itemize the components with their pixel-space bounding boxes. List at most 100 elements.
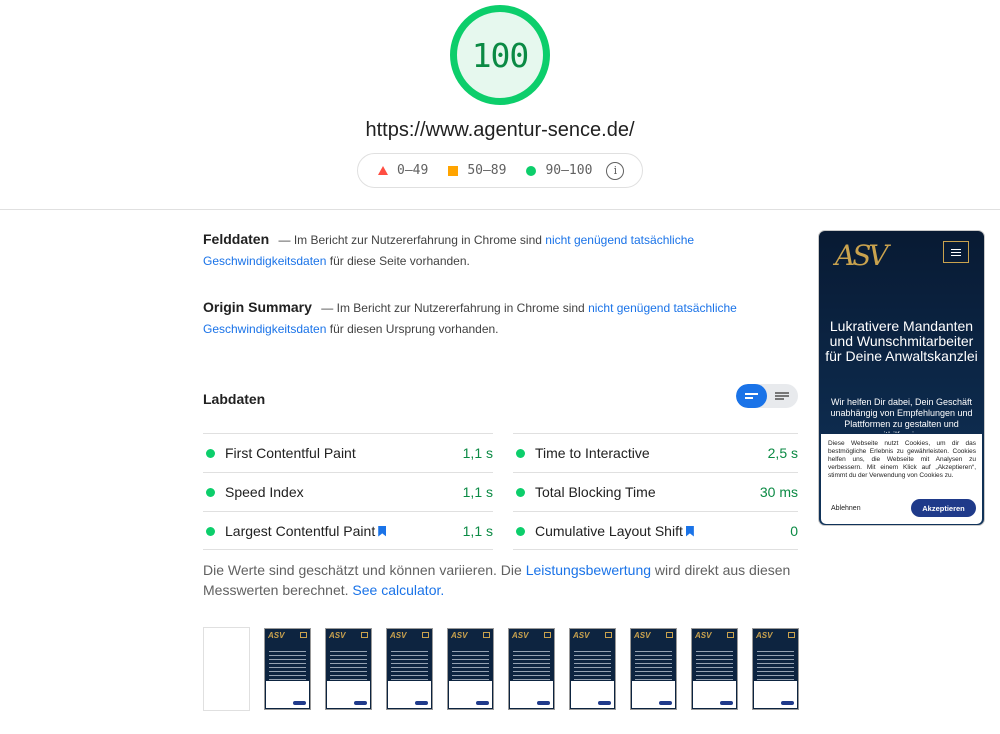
thumb-text [269,651,306,681]
metric-cls: Cumulative Layout Shift 0 [513,511,798,550]
cookie-banner [693,681,736,708]
accept-button [659,701,672,705]
pass-dot-icon [516,487,525,497]
tested-url: https://www.agentur-sence.de/ [365,119,635,141]
hamburger-menu-icon [422,632,429,638]
performance-score: 100 [471,35,530,75]
filmstrip-frame: ASV [264,628,311,710]
accept-button [476,701,489,705]
hamburger-menu-icon [483,632,490,638]
filmstrip-frame: ASV [630,628,677,710]
thumb-text [635,651,672,681]
bookmark-icon [378,525,387,537]
pass-dot-icon [206,448,215,458]
calculator-link[interactable]: See calculator. [352,582,444,598]
metric-tbt: Total Blocking Time 30 ms [513,472,798,511]
pass-dot-icon [516,526,525,536]
filmstrip-frame: ASV [508,628,555,710]
filmstrip-frame: ASV [691,628,738,710]
legend-average: 50–89 [448,163,506,178]
filmstrip-frame: ASV [325,628,372,710]
accept-button [354,701,367,705]
compact-view-button[interactable] [736,384,767,408]
filmstrip-frame: ASV [386,628,433,710]
header-divider [0,209,1000,210]
cookie-banner: Diese Webseite nutzt Cookies, um dir das… [821,434,982,524]
square-icon [448,165,459,176]
cookie-banner [449,681,492,708]
legend-pass: 90–100 [526,163,592,178]
accept-button: Akzeptieren [911,499,976,517]
field-data-title: Felddaten [203,231,270,247]
hamburger-menu-icon [361,632,368,638]
preview-subtext: Wir helfen Dir dabei, Dein Geschäft unab… [830,397,973,433]
performance-score-gauge: 100 [450,5,550,105]
pass-dot-icon [206,487,215,497]
hamburger-menu-icon [605,632,612,638]
site-logo: ASV [573,631,590,640]
site-logo: ASV [835,239,889,272]
hamburger-menu-icon [544,632,551,638]
final-screenshot-preview: ASV Lukrativere Mandanten und Wunschmita… [818,230,985,526]
score-legend: 0–49 50–89 90–100 i [357,153,643,188]
lab-data-note: Die Werte sind geschätzt und können vari… [203,562,791,598]
reject-button: Ablehnen [831,505,861,512]
cookie-banner [327,681,370,708]
site-logo: ASV [695,631,712,640]
site-logo: ASV [329,631,346,640]
accept-button [598,701,611,705]
cookie-banner [754,681,797,708]
site-logo: ASV [512,631,529,640]
thumb-text [330,651,367,681]
site-logo: ASV [268,631,285,640]
metric-lcp: Largest Contentful Paint 1,1 s [203,511,493,550]
metrics-divider [203,549,493,550]
hamburger-menu-icon [727,632,734,638]
metrics-divider [513,549,798,550]
info-icon[interactable]: i [606,161,625,180]
triangle-icon [378,166,388,175]
cookie-banner [388,681,431,708]
accept-button [781,701,794,705]
hamburger-menu-icon [788,632,795,638]
preview-headline: Lukrativere Mandanten und Wunschmitarbei… [825,318,978,364]
expanded-view-button[interactable] [767,384,798,408]
site-logo: ASV [390,631,407,640]
performance-score-link[interactable]: Leistungsbewertung [526,562,651,578]
thumb-text [696,651,733,681]
cookie-banner [510,681,553,708]
site-logo: ASV [756,631,773,640]
cookie-text: Diese Webseite nutzt Cookies, um dir das… [828,440,976,479]
site-logo: ASV [634,631,651,640]
site-logo: ASV [451,631,468,640]
circle-icon [526,165,537,176]
thumb-text [513,651,550,681]
lab-data-title: Labdaten [203,391,266,407]
accept-button [293,701,306,705]
accept-button [415,701,428,705]
pass-dot-icon [206,526,215,536]
origin-summary-section: Origin Summary — Im Bericht zur Nutzerer… [203,299,737,336]
bookmark-icon [685,525,694,537]
accept-button [720,701,733,705]
filmstrip-frame-blank [203,627,250,711]
field-data-section: Felddaten — Im Bericht zur Nutzererfahru… [203,231,695,268]
cookie-banner [571,681,614,708]
accept-button [537,701,550,705]
thumb-text [757,651,794,681]
filmstrip-frame: ASV [569,628,616,710]
hamburger-menu-icon [666,632,673,638]
pass-dot-icon [516,448,525,458]
legend-fail: 0–49 [378,163,428,178]
thumb-text [574,651,611,681]
metrics-view-toggle[interactable] [736,384,798,408]
hamburger-menu-icon [300,632,307,638]
metric-speed-index: Speed Index 1,1 s [203,472,493,511]
thumb-text [391,651,428,681]
thumb-text [452,651,489,681]
hamburger-menu-icon [943,241,969,263]
cookie-banner [632,681,675,708]
metric-tti: Time to Interactive 2,5 s [513,433,798,472]
filmstrip-frame: ASV [752,628,799,710]
origin-summary-title: Origin Summary [203,299,312,315]
